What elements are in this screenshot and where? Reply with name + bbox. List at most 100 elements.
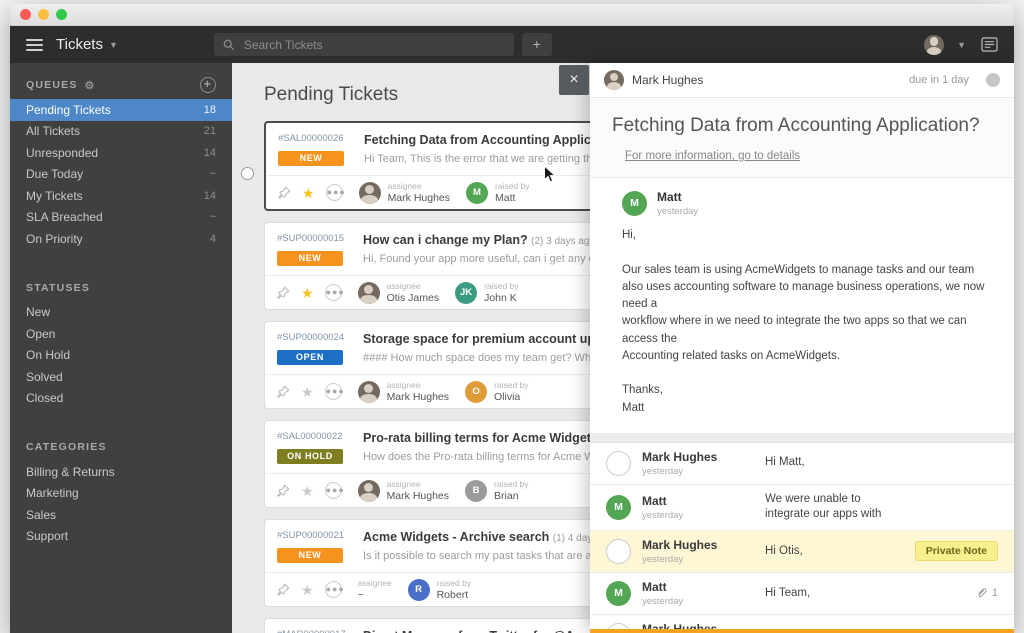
module-title[interactable]: Tickets bbox=[56, 36, 103, 53]
queue-label: SLA Breached bbox=[26, 210, 103, 225]
more-actions-button[interactable]: ●●● bbox=[324, 383, 344, 400]
sidebar-queue-item[interactable]: On Priority 4 bbox=[10, 228, 232, 250]
raised-by-avatar: R bbox=[407, 578, 430, 601]
sidebar-queue-item[interactable]: Unresponded 14 bbox=[10, 142, 232, 164]
sidebar-status-item[interactable]: Closed bbox=[10, 388, 232, 410]
pin-icon[interactable] bbox=[277, 583, 290, 596]
thread-row[interactable]: Mark Hughes yesterday Hi Matt, bbox=[590, 443, 1014, 485]
gear-icon[interactable]: ⚙ bbox=[85, 79, 96, 92]
assignee-group[interactable]: assignee Mark Hughes bbox=[358, 181, 450, 204]
zoom-window-button[interactable] bbox=[56, 9, 67, 20]
star-icon[interactable]: ★ bbox=[301, 286, 314, 300]
add-ticket-button[interactable]: + bbox=[521, 33, 552, 56]
search-input[interactable] bbox=[241, 36, 505, 53]
ticket-title[interactable]: Pro-rata billing terms for Acme Widgets … bbox=[363, 431, 596, 445]
raised-by-group[interactable]: R raised by Robert bbox=[407, 578, 471, 601]
ticket-preview: Hi, Found your app more useful, can i ge… bbox=[363, 253, 596, 265]
thread-time: yesterday bbox=[642, 595, 684, 607]
menu-icon[interactable] bbox=[26, 38, 43, 51]
ticket-card[interactable]: #SUP00000015 NEW How can i change my Pla… bbox=[264, 222, 609, 310]
more-actions-button[interactable]: ●●● bbox=[325, 184, 345, 201]
assignee-group[interactable]: assignee Mark Hughes bbox=[357, 380, 450, 403]
sidebar-category-item[interactable]: Sales bbox=[10, 504, 232, 526]
star-icon[interactable]: ★ bbox=[301, 385, 314, 399]
star-icon[interactable]: ★ bbox=[302, 186, 315, 200]
chevron-down-icon[interactable]: ▼ bbox=[109, 40, 118, 50]
sidebar-status-item[interactable]: On Hold bbox=[10, 345, 232, 367]
star-icon[interactable]: ★ bbox=[301, 583, 314, 597]
add-queue-button[interactable]: + bbox=[200, 77, 216, 93]
star-icon[interactable]: ★ bbox=[301, 484, 314, 498]
ticket-title[interactable]: How can i change my Plan? (2) 3 days ago bbox=[363, 233, 596, 247]
ticket-title[interactable]: Storage space for premium account upgra bbox=[363, 332, 596, 346]
search-box[interactable] bbox=[213, 33, 514, 56]
pin-icon[interactable] bbox=[277, 484, 290, 497]
message-body: Hi, Our sales team is using AcmeWidgets … bbox=[622, 229, 985, 414]
thread-sender-avatar bbox=[606, 538, 631, 564]
sidebar-queue-item[interactable]: Due Today ~ bbox=[10, 164, 232, 186]
more-actions-button[interactable]: ●●● bbox=[324, 482, 344, 499]
sidebar-status-item[interactable]: New bbox=[10, 302, 232, 324]
close-window-button[interactable] bbox=[20, 9, 31, 20]
sidebar-category-item[interactable]: Support bbox=[10, 526, 232, 548]
sidebar-queue-item[interactable]: All Tickets 21 bbox=[10, 121, 232, 143]
sidebar-queue-item[interactable]: My Tickets 14 bbox=[10, 185, 232, 207]
more-actions-button[interactable]: ●●● bbox=[324, 581, 344, 598]
status-badge: ON HOLD bbox=[277, 449, 343, 464]
assignee-avatar bbox=[357, 479, 380, 502]
ticket-select-radio[interactable] bbox=[241, 167, 254, 180]
ticket-title[interactable]: Acme Widgets - Archive search (1) 4 days… bbox=[363, 530, 596, 544]
user-menu-chevron-icon[interactable]: ▼ bbox=[957, 40, 966, 50]
pin-icon[interactable] bbox=[277, 286, 290, 299]
ticket-card[interactable]: #SUP00000024 OPEN Storage space for prem… bbox=[264, 321, 609, 409]
raised-by-avatar: JK bbox=[455, 281, 478, 304]
sidebar-status-item[interactable]: Solved bbox=[10, 366, 232, 388]
raised-by-group[interactable]: B raised by Brian bbox=[465, 479, 529, 502]
raised-by-group[interactable]: JK raised by John K bbox=[455, 281, 519, 304]
agent-name: Mark Hughes bbox=[632, 73, 704, 87]
sidebar-queue-item[interactable]: Pending Tickets 18 bbox=[10, 99, 232, 121]
ticket-title[interactable]: Direct Message from Twitter for @AcmeD bbox=[363, 629, 596, 633]
sidebar-queue-item[interactable]: SLA Breached ~ bbox=[10, 207, 232, 229]
sidebar-category-item[interactable]: Billing & Returns bbox=[10, 461, 232, 483]
pin-icon[interactable] bbox=[277, 385, 290, 398]
ticket-title[interactable]: Fetching Data from Accounting Applicatio… bbox=[364, 133, 595, 147]
pin-icon[interactable] bbox=[278, 186, 291, 199]
thread-sender-avatar: M bbox=[606, 494, 631, 520]
thread-row[interactable]: M Matt yesterday Hi Team, 1 bbox=[590, 573, 1014, 615]
reply-editor-edge[interactable] bbox=[590, 629, 1014, 633]
status-dot-icon[interactable] bbox=[986, 73, 1000, 87]
window-titlebar bbox=[10, 4, 1014, 26]
detail-header: Mark Hughes due in 1 day bbox=[590, 63, 1014, 98]
ticket-card[interactable]: #SUP00000021 NEW Acme Widgets - Archive … bbox=[264, 519, 609, 607]
minimize-window-button[interactable] bbox=[38, 9, 49, 20]
more-actions-button[interactable]: ●●● bbox=[324, 284, 344, 301]
agent-avatar bbox=[604, 70, 624, 90]
queue-count: ~ bbox=[209, 168, 216, 181]
thread-row[interactable]: Mark Hughes yesterday Hi Otis, Private N… bbox=[590, 530, 1014, 573]
raised-by-group[interactable]: O raised by Olivia bbox=[465, 380, 529, 403]
feeds-icon[interactable] bbox=[981, 37, 998, 52]
raised-by-group[interactable]: M raised by Matt bbox=[466, 181, 530, 204]
assignee-name: Mark Hughes bbox=[386, 391, 450, 403]
sidebar-category-item[interactable]: Marketing bbox=[10, 483, 232, 505]
user-avatar[interactable] bbox=[924, 34, 945, 55]
statuses-header-label: STATUSES bbox=[26, 281, 91, 294]
close-detail-button[interactable]: × bbox=[559, 65, 589, 95]
assignee-group[interactable]: assignee ~ bbox=[358, 578, 392, 601]
thread-row[interactable]: M Matt yesterday We were unable to integ… bbox=[590, 485, 1014, 531]
details-link[interactable]: For more information, go to details bbox=[625, 150, 800, 162]
ticket-card[interactable]: #SAL00000026 NEW Fetching Data from Acco… bbox=[241, 121, 609, 211]
assignee-label: assignee bbox=[386, 479, 421, 489]
sidebar-status-item[interactable]: Open bbox=[10, 323, 232, 345]
ticket-title-text: Acme Widgets - Archive search bbox=[363, 530, 550, 544]
ticket-id: #SAL00000026 bbox=[278, 133, 344, 144]
ticket-card[interactable]: #MAR00000017 Direct Message from Twitter… bbox=[264, 618, 609, 633]
assignee-group[interactable]: assignee Otis James bbox=[357, 281, 439, 304]
ticket-card[interactable]: #SAL00000022 ON HOLD Pro-rata billing te… bbox=[264, 420, 609, 508]
assignee-group[interactable]: assignee Mark Hughes bbox=[357, 479, 449, 502]
queue-count: 14 bbox=[203, 146, 216, 159]
thread-preview: Hi Team, bbox=[765, 586, 811, 599]
thread-sender-avatar: M bbox=[606, 580, 631, 606]
thread-sender-name: Matt bbox=[642, 493, 667, 508]
